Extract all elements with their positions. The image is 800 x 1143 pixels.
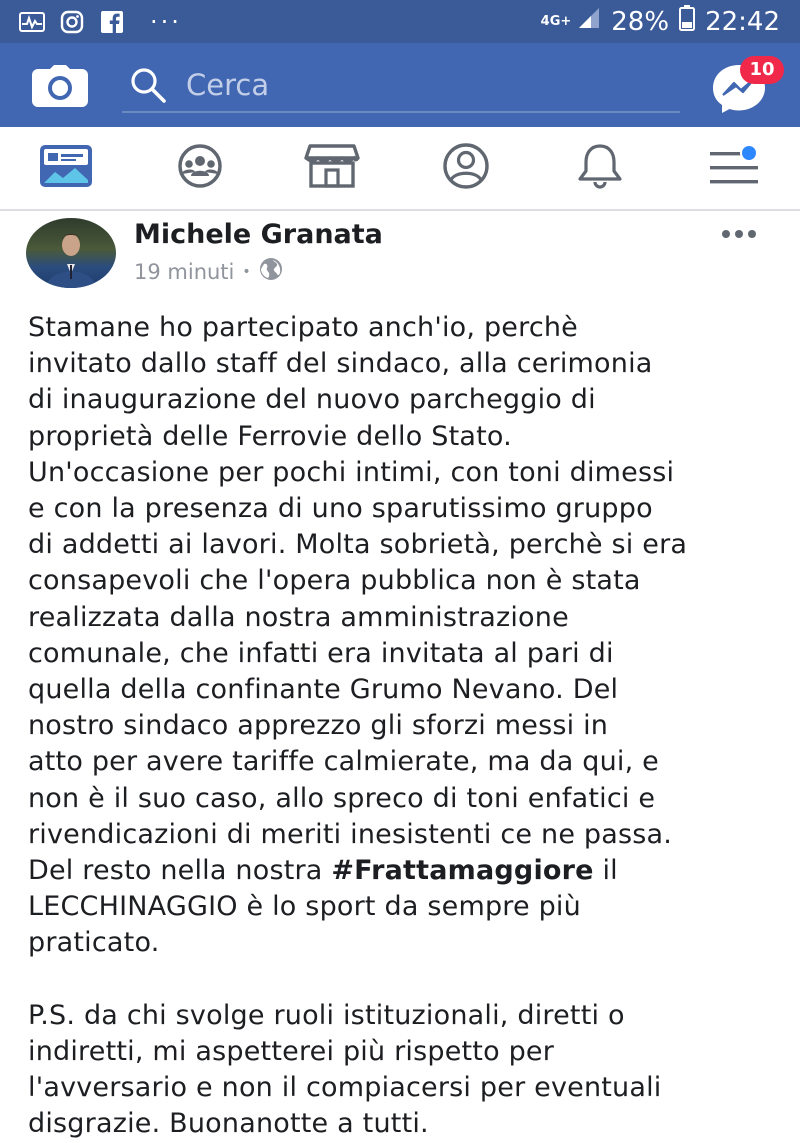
- avatar[interactable]: [26, 218, 116, 288]
- battery-icon: [679, 5, 696, 38]
- camera-icon[interactable]: [32, 65, 88, 107]
- search-bar[interactable]: [122, 59, 680, 113]
- groups-icon: [172, 144, 228, 192]
- post-line: nostro sindaco apprezzo gli sforzi messi…: [28, 710, 609, 742]
- battery-percent: 28%: [611, 6, 670, 37]
- clock: 22:42: [705, 6, 780, 37]
- post-body: Stamane ho partecipato anch'io, perchè i…: [28, 310, 788, 1143]
- post-time[interactable]: 19 minuti: [134, 260, 234, 284]
- app-header: 10: [0, 43, 800, 127]
- hashtag-link[interactable]: #Frattamaggiore: [331, 855, 593, 886]
- post-line-hashtag: Del resto nella nostra #Frattamaggiore i…: [28, 853, 788, 889]
- post-line: proprietà delle Ferrovie dello Stato.: [28, 420, 512, 452]
- search-icon: [128, 65, 168, 105]
- tab-profile[interactable]: [436, 143, 496, 193]
- messenger-badge: 10: [740, 56, 784, 84]
- tab-marketplace[interactable]: [302, 143, 362, 193]
- post-line: consapevoli che l'opera pubblica non è s…: [28, 565, 641, 597]
- post-line: non è il suo caso, allo spreco di toni e…: [28, 782, 656, 814]
- profile-icon: [438, 143, 494, 193]
- post-author[interactable]: Michele Granata: [134, 219, 383, 250]
- post-line: indiretti, mi aspetterei più rispetto pe…: [28, 1036, 555, 1068]
- tab-news-feed[interactable]: [36, 143, 96, 193]
- instagram-icon: [58, 10, 86, 34]
- marketplace-icon: [304, 144, 360, 192]
- post-line: di inaugurazione del nuovo parcheggio di: [28, 384, 596, 416]
- menu-icon: [708, 144, 760, 190]
- post-line: disgrazie. Buonanotte a tutti.: [28, 1108, 429, 1140]
- post-options-icon[interactable]: [716, 219, 762, 249]
- notifications-icon: [574, 143, 626, 193]
- post-line: atto per avere tariffe calmierate, ma da…: [28, 746, 659, 778]
- post-line: Stamane ho partecipato anch'io, perchè: [28, 312, 578, 343]
- more-notifications-icon: ···: [150, 7, 182, 36]
- post-meta: 19 minuti •: [134, 257, 283, 286]
- tab-bar: [0, 127, 800, 211]
- post-line: P.S. da chi svolge ruoli istituzionali, …: [28, 999, 625, 1031]
- search-input[interactable]: [184, 67, 668, 103]
- globe-icon: [259, 257, 283, 286]
- tab-groups[interactable]: [170, 143, 230, 193]
- post-line: praticato.: [28, 927, 160, 959]
- post-line: quella della confinante Grumo Nevano. De…: [28, 674, 619, 706]
- post-line: di addetti ai lavori. Molta sobrietà, pe…: [28, 529, 688, 561]
- feed-post: Michele Granata 19 minuti • Stamane ho p…: [0, 211, 800, 1139]
- hashtag-suffix: il: [593, 855, 618, 887]
- post-line: e con la presenza di uno sparutissimo gr…: [28, 493, 653, 525]
- facebook-icon: [98, 10, 126, 34]
- network-type: 4G+: [540, 14, 572, 29]
- post-line: l'avversario e non il compiacersi per ev…: [28, 1072, 662, 1104]
- post-line: rivendicazioni di meriti inesistenti ce …: [28, 818, 673, 850]
- hashtag-prefix: Del resto nella nostra: [28, 855, 332, 887]
- post-line: invitato dallo staff del sindaco, alla c…: [28, 348, 653, 380]
- activity-icon: [18, 10, 46, 34]
- menu-notification-dot: [740, 144, 758, 162]
- post-line: realizzata dalla nostra amministrazione: [28, 601, 569, 633]
- news-feed-icon: [39, 144, 93, 192]
- tab-notifications[interactable]: [570, 143, 630, 193]
- status-bar: ··· 4G+ 28% 22:42: [0, 0, 800, 43]
- meta-separator: •: [242, 263, 251, 280]
- tab-menu[interactable]: [704, 143, 764, 193]
- post-line: LECCHINAGGIO è lo sport da sempre più: [28, 891, 581, 923]
- post-line: Un'occasione per pochi intimi, con toni …: [28, 456, 675, 488]
- signal-icon: [577, 6, 601, 37]
- post-line: comunale, che infatti era invitata al pa…: [28, 637, 614, 669]
